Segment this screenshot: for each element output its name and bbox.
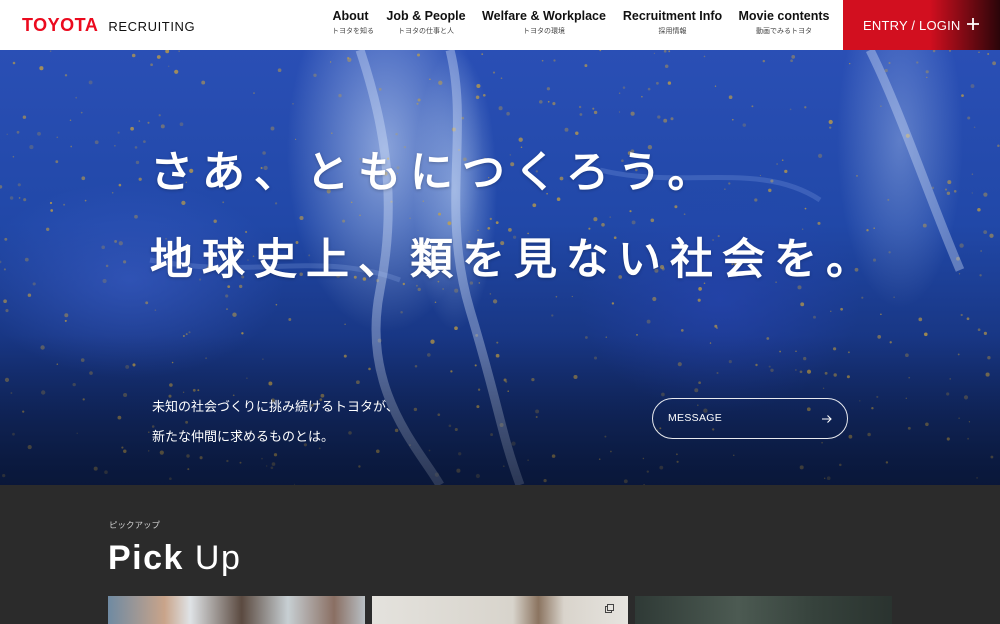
hero-subtext-line-2: 新たな仲間に求めるものとは。 (152, 430, 335, 445)
hero-headline-line-1: さあ、ともにつくろう。 (150, 148, 720, 198)
plus-icon (966, 15, 980, 33)
nav-item-label: Recruitment Info (622, 9, 723, 23)
pickup-card[interactable] (108, 596, 365, 624)
pickup-title-bold: Pick (108, 539, 184, 577)
nav-item-label: About (332, 9, 369, 23)
message-button[interactable]: MESSAGE (652, 398, 848, 439)
nav-item-label: Welfare & Workplace (482, 9, 606, 23)
pickup-card[interactable] (372, 596, 628, 624)
pickup-card[interactable] (635, 596, 892, 624)
toyota-logo[interactable]: TOYOTA (22, 15, 98, 36)
hero-headline-line-2: 地球史上、類を見ない社会を。 (150, 235, 878, 285)
brand[interactable]: TOYOTA RECRUITING (22, 0, 195, 50)
nav-item-sublabel: トヨタを知る (332, 27, 374, 35)
hero-shade (0, 335, 1000, 485)
entry-login-label: ENTRY / LOGIN (863, 17, 961, 33)
nav-item-label: Job & People (386, 9, 466, 23)
nav-item-label: Movie contents (738, 9, 830, 23)
nav-item-sublabel: 動画でみるトヨタ (756, 27, 812, 35)
nav-item-welfare-workplace[interactable]: Welfare & Workplace トヨタの環境 (481, 9, 607, 36)
arrow-right-icon (822, 415, 832, 423)
pickup-label-jp: ピックアップ (109, 521, 161, 531)
nav-item-recruitment-info[interactable]: Recruitment Info 採用情報 (622, 9, 723, 36)
site-header: TOYOTA RECRUITING About トヨタを知る Job & Peo… (0, 0, 1000, 50)
pickup-section: ピックアップ Pick Up (0, 485, 1000, 624)
nav-item-movie-contents[interactable]: Movie contents 動画でみるトヨタ (738, 9, 830, 36)
hero-subtext-line-1: 未知の社会づくりに挑み続けるトヨタが、 (152, 400, 399, 415)
pickup-title: Pick Up (108, 539, 241, 578)
hero-section: さあ、ともにつくろう。 地球史上、類を見ない社会を。 未知の社会づくりに挑み続け… (0, 50, 1000, 485)
recruiting-label: RECRUITING (108, 18, 196, 34)
nav-item-sublabel: トヨタの環境 (523, 27, 565, 35)
nav-item-sublabel: トヨタの仕事と人 (398, 27, 454, 35)
entry-login-button[interactable]: ENTRY / LOGIN (843, 0, 1000, 50)
external-link-icon (605, 604, 614, 613)
nav-item-sublabel: 採用情報 (658, 27, 687, 35)
pickup-title-light: Up (194, 539, 242, 577)
message-button-label: MESSAGE (668, 412, 723, 424)
nav-item-job-people[interactable]: Job & People トヨタの仕事と人 (386, 9, 466, 36)
nav-item-about[interactable]: About トヨタを知る (332, 9, 374, 36)
